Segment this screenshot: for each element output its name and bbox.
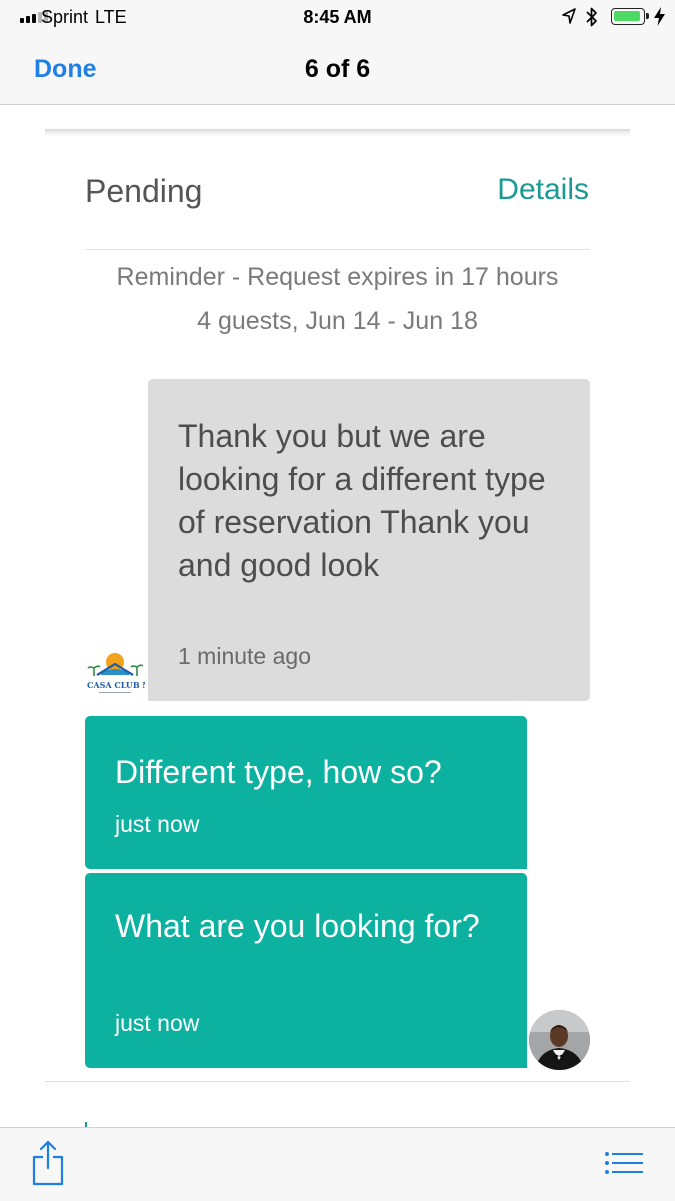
card-top-edge [45,129,630,137]
battery-level [614,11,640,21]
incoming-message: Thank you but we are looking for a diffe… [148,379,590,701]
expiry-reminder: Reminder - Request expires in 17 hours [116,263,559,291]
divider [45,1081,630,1082]
share-icon[interactable] [31,1140,65,1186]
bottom-toolbar [0,1127,675,1201]
reservation-status: Pending [85,173,203,209]
host-logo-text: CASA CLUB MI [87,680,145,690]
list-icon[interactable] [605,1152,643,1174]
message-text: What are you looking for? [115,908,480,944]
page-title: 6 of 6 [304,55,371,83]
host-logo-image: CASA CLUB MI [85,648,145,704]
battery-icon [611,8,649,25]
message-text: Different type, how so? [115,754,442,790]
message-timestamp: 1 minute ago [178,643,311,669]
user-photo [529,1010,590,1070]
outgoing-message: Different type, how so? just now [85,716,527,869]
message-timestamp: just now [115,1010,200,1036]
divider [85,249,590,250]
message-text: Thank you but we are looking for a diffe… [178,418,546,583]
status-bar: Sprint LTE 8:45 AM [0,0,675,34]
location-arrow-icon [562,8,576,24]
outgoing-message: What are you looking for? just now [85,873,527,1068]
charging-bolt-icon [654,7,665,26]
message-timestamp: just now [115,811,200,837]
host-avatar[interactable]: CASA CLUB MI [85,648,145,704]
details-link[interactable]: Details [497,173,589,207]
user-avatar[interactable] [529,1010,590,1070]
reservation-summary: 4 guests, Jun 14 - Jun 18 [197,307,478,335]
top-bar: Sprint LTE 8:45 AM Done 6 of 6 [0,0,675,105]
bluetooth-icon [586,7,597,27]
